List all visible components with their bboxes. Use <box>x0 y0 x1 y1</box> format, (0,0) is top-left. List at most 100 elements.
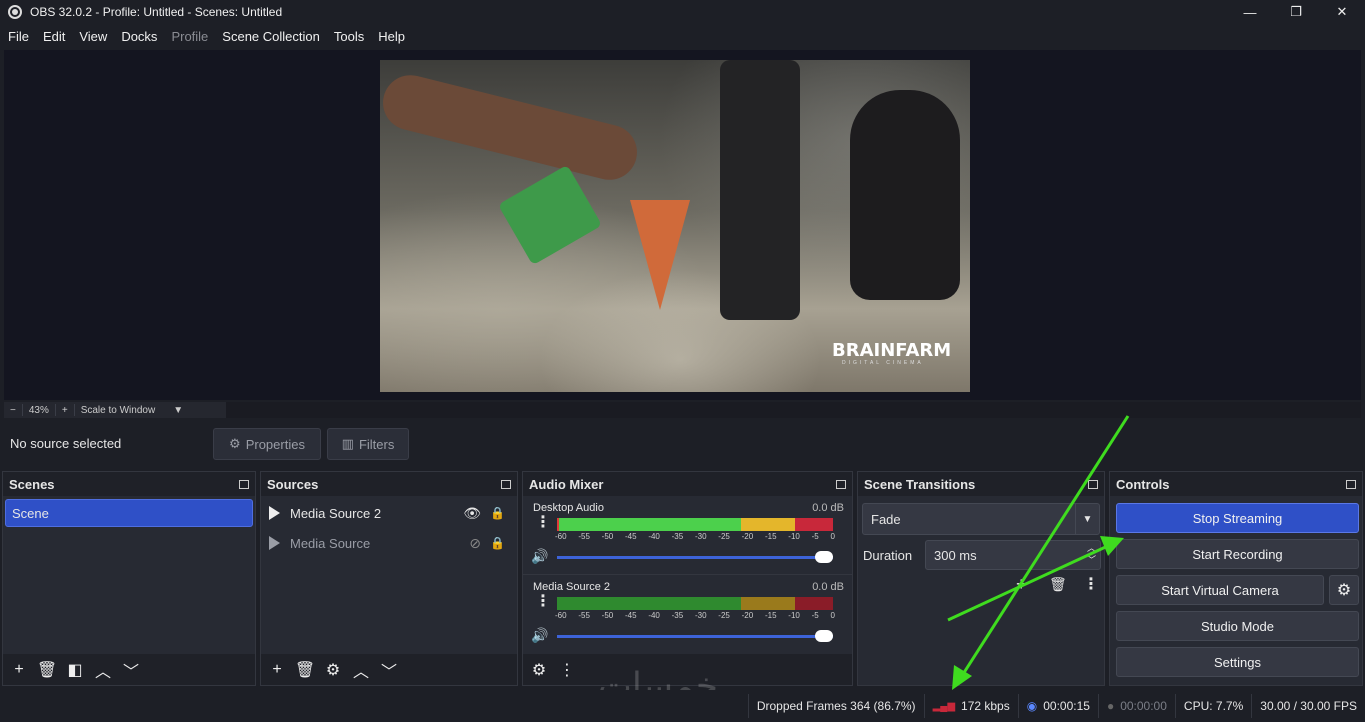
stop-streaming-button[interactable]: Stop Streaming <box>1116 503 1359 533</box>
trash-icon[interactable]: 🗑 <box>293 660 317 680</box>
trash-icon[interactable]: 🗑 <box>1049 576 1067 593</box>
transition-select[interactable]: Fade ▼ <box>862 503 1100 535</box>
speaker-icon[interactable]: 🔊 <box>531 627 548 644</box>
mixer-channel: Media Source 2 0.0 dB ⋮ -60 -55 -50 -45 -40-… <box>523 574 852 652</box>
scenes-title: Scenes <box>9 476 55 492</box>
volume-slider[interactable] <box>557 635 833 638</box>
menu-profile[interactable]: Profile <box>166 29 213 44</box>
kebab-menu-icon[interactable]: ⋮ <box>535 515 551 531</box>
undock-icon[interactable] <box>1088 479 1098 489</box>
filters-label: Filters <box>358 436 395 452</box>
stream-time: ◉ 00:00:15 <box>1017 694 1098 718</box>
speaker-icon[interactable]: 🔊 <box>531 548 548 565</box>
window-title: OBS 32.0.2 - Profile: Untitled - Scenes:… <box>30 5 283 19</box>
audio-mixer-title: Audio Mixer <box>529 476 604 492</box>
spin-arrows-icon[interactable]: ︿ ﹀ <box>1087 542 1096 566</box>
eye-hidden-icon[interactable]: ⊘ <box>469 535 481 552</box>
scene-item-label: Scene <box>12 505 49 521</box>
scene-item[interactable]: Scene <box>5 499 253 527</box>
undock-icon[interactable] <box>501 479 511 489</box>
source-item[interactable]: Media Source 2 👁 🔒 <box>261 498 517 528</box>
video-legs <box>720 60 800 320</box>
maximize-button[interactable]: ❐ <box>1273 0 1319 24</box>
volume-meter <box>557 597 833 610</box>
undock-icon[interactable] <box>239 479 249 489</box>
volume-slider-handle[interactable] <box>815 551 833 563</box>
volume-meter <box>557 518 833 531</box>
channel-name: Media Source 2 <box>533 581 611 593</box>
trash-icon[interactable]: 🗑 <box>35 660 59 680</box>
brand-logo-sub: DIGITAL CINEMA <box>842 360 924 366</box>
menu-edit[interactable]: Edit <box>38 29 70 44</box>
chevron-down-icon[interactable]: ▼ <box>167 405 189 416</box>
preview-canvas[interactable]: BRAINFARM DIGITAL CINEMA <box>4 50 1361 400</box>
minimize-button[interactable]: — <box>1227 0 1273 24</box>
kebab-menu-icon[interactable]: ⋮ <box>535 594 551 610</box>
source-item[interactable]: Media Source ⊘ 🔒 <box>261 528 517 558</box>
add-scene-icon[interactable]: + <box>7 661 31 679</box>
zoom-out-button[interactable]: − <box>4 405 22 416</box>
record-time: ● 00:00:00 <box>1097 694 1175 718</box>
video-cone <box>630 200 690 310</box>
chevron-down-icon[interactable]: ﹀ <box>377 658 401 682</box>
filter-icon: ▥ <box>341 436 354 451</box>
controls-title: Controls <box>1116 476 1170 492</box>
menu-bar: File Edit View Docks Profile Scene Colle… <box>0 24 1365 48</box>
menu-docks[interactable]: Docks <box>116 29 162 44</box>
duration-value: 300 ms <box>934 547 977 563</box>
menu-tools[interactable]: Tools <box>329 29 369 44</box>
kebab-menu-icon[interactable]: ⋮ <box>1083 574 1099 594</box>
chevron-up-icon[interactable]: ︿ <box>91 658 115 682</box>
properties-button[interactable]: ⚙ Properties <box>213 428 321 460</box>
channel-name: Desktop Audio <box>533 502 604 514</box>
chevron-up-icon[interactable]: ︿ <box>349 658 373 682</box>
eye-icon[interactable]: 👁 <box>463 505 481 522</box>
start-virtual-camera-button[interactable]: Start Virtual Camera <box>1116 575 1324 605</box>
kebab-menu-icon[interactable]: ⋮ <box>555 660 579 680</box>
play-icon <box>269 506 280 520</box>
properties-label: Properties <box>245 436 305 452</box>
advanced-audio-icon[interactable]: ⚙ <box>527 660 551 680</box>
menu-view[interactable]: View <box>74 29 112 44</box>
preview-video-frame: BRAINFARM DIGITAL CINEMA <box>380 60 970 392</box>
source-item-label: Media Source <box>290 535 371 551</box>
close-button[interactable]: ✕ <box>1319 0 1365 24</box>
lock-icon[interactable]: 🔒 <box>490 506 505 520</box>
bitrate: ▂▄▆ 172 kbps <box>923 694 1018 718</box>
settings-button[interactable]: Settings <box>1116 647 1359 677</box>
scene-transitions-title: Scene Transitions <box>864 476 976 492</box>
menu-scene-collection[interactable]: Scene Collection <box>217 29 325 44</box>
sources-dock: Sources Media Source 2 👁 🔒 Media Source … <box>260 471 518 686</box>
volume-slider-handle[interactable] <box>815 630 833 642</box>
chevron-down-icon[interactable]: ﹀ <box>119 658 143 682</box>
fps: 30.00 / 30.00 FPS <box>1251 694 1365 718</box>
gear-icon[interactable]: ⚙ <box>1329 575 1359 605</box>
duration-spinbox[interactable]: 300 ms ︿ ﹀ <box>925 540 1101 570</box>
gear-icon[interactable]: ⚙ <box>321 660 345 680</box>
volume-slider[interactable] <box>557 556 833 559</box>
broadcast-icon: ◉ <box>1026 699 1038 713</box>
undock-icon[interactable] <box>1346 479 1356 489</box>
menu-file[interactable]: File <box>3 29 34 44</box>
add-source-icon[interactable]: + <box>265 661 289 679</box>
add-transition-icon[interactable]: + <box>1016 574 1027 595</box>
cpu-usage: CPU: 7.7% <box>1174 694 1251 718</box>
duration-label: Duration <box>863 548 913 563</box>
scene-filter-icon[interactable]: ◧ <box>63 660 87 680</box>
start-recording-button[interactable]: Start Recording <box>1116 539 1359 569</box>
filters-button[interactable]: ▥ Filters <box>327 428 409 460</box>
video-arm <box>380 69 643 186</box>
studio-mode-button[interactable]: Studio Mode <box>1116 611 1359 641</box>
audio-mixer-dock: Audio Mixer Desktop Audio 0.0 dB ⋮ -60 -5… <box>522 471 853 686</box>
transition-selected: Fade <box>871 511 901 527</box>
scale-mode-select[interactable]: Scale to Window <box>75 405 161 416</box>
gear-icon: ⚙ <box>229 436 241 451</box>
source-item-label: Media Source 2 <box>290 505 382 521</box>
zoom-in-button[interactable]: + <box>56 405 74 416</box>
lock-icon[interactable]: 🔒 <box>490 536 505 550</box>
chevron-down-icon[interactable]: ▼ <box>1075 504 1099 534</box>
zoom-value: 43% <box>28 404 49 416</box>
undock-icon[interactable] <box>836 479 846 489</box>
zoom-bar-spacer <box>226 402 1361 418</box>
menu-help[interactable]: Help <box>373 29 410 44</box>
